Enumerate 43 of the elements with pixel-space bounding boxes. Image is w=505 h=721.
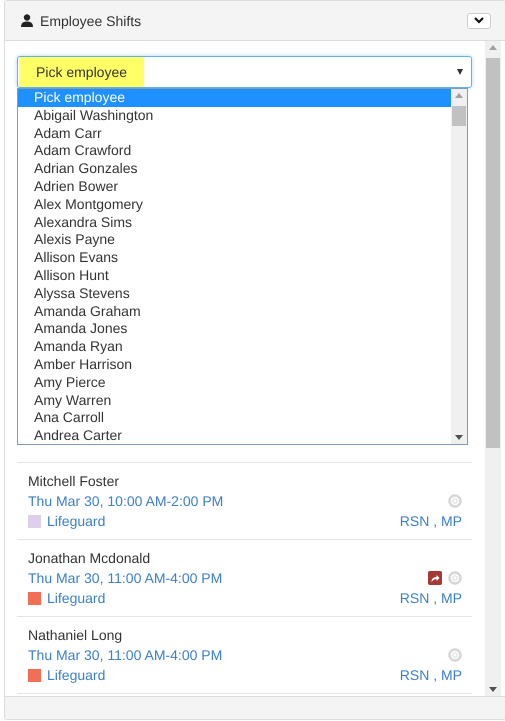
- dropdown-option[interactable]: Amanda Jones: [18, 320, 451, 338]
- user-icon: [21, 14, 33, 27]
- share-icon[interactable]: [428, 571, 442, 585]
- dropdown-option[interactable]: Allison Evans: [18, 249, 451, 267]
- dropdown-option[interactable]: Abigail Washington: [18, 106, 451, 125]
- shift-time: Thu Mar 30, 11:00 AM-4:00 PM: [28, 647, 222, 663]
- dropdown-option[interactable]: Amy Pierce: [18, 374, 451, 392]
- lifebuoy-icon[interactable]: [448, 571, 462, 585]
- dropdown-option[interactable]: Adrian Gonzales: [18, 160, 451, 178]
- dropdown-option[interactable]: Amber Harrison: [18, 356, 451, 374]
- dropdown-option[interactable]: Adrien Bower: [18, 178, 451, 196]
- role-label: Lifeguard: [47, 590, 106, 606]
- employee-select[interactable]: Pick employee: [17, 56, 472, 88]
- collapse-button[interactable]: [467, 12, 491, 28]
- dropdown-option[interactable]: Adam Crawford: [18, 142, 451, 160]
- lifebuoy-icon[interactable]: [448, 494, 462, 508]
- role-codes: RSN , MP: [400, 590, 462, 606]
- dropdown-option[interactable]: Adam Carr: [18, 124, 451, 142]
- dropdown-option[interactable]: Alyssa Stevens: [18, 284, 451, 303]
- lifebuoy-icon[interactable]: [448, 648, 462, 662]
- caret-icon: [457, 69, 463, 75]
- dropdown-option[interactable]: Amanda Ryan: [18, 338, 451, 356]
- dropdown-option[interactable]: Amy Warren: [18, 392, 451, 410]
- role-codes: RSN , MP: [400, 667, 462, 683]
- panel-title: Employee Shifts: [40, 12, 142, 28]
- dropdown-option[interactable]: Ana Carroll: [18, 409, 451, 428]
- dropdown-option[interactable]: Andrea Carter: [18, 427, 451, 445]
- employee-name: Mitchell Foster: [28, 472, 120, 491]
- role-codes: RSN , MP: [400, 513, 462, 529]
- employee-name: Jonathan Mcdonald: [28, 549, 152, 568]
- shift-time: Thu Mar 30, 10:00 AM-2:00 PM: [28, 493, 224, 509]
- dropdown-option[interactable]: Alex Montgomery: [18, 196, 451, 214]
- dropdown-option[interactable]: Alexandra Sims: [18, 214, 451, 232]
- role-label: Lifeguard: [47, 513, 106, 529]
- scrollbar[interactable]: [451, 89, 467, 444]
- role-label: Lifeguard: [47, 667, 106, 683]
- shift-time: Thu Mar 30, 11:00 AM-4:00 PM: [28, 570, 222, 586]
- employee-name: Nathaniel Long: [28, 626, 124, 645]
- dropdown-option[interactable]: Alexis Payne: [18, 231, 451, 250]
- chevron-down-icon: [474, 17, 484, 24]
- dropdown-option[interactable]: Amanda Graham: [18, 302, 451, 320]
- scrollbar[interactable]: [485, 41, 501, 696]
- dropdown-option[interactable]: Allison Hunt: [18, 266, 451, 285]
